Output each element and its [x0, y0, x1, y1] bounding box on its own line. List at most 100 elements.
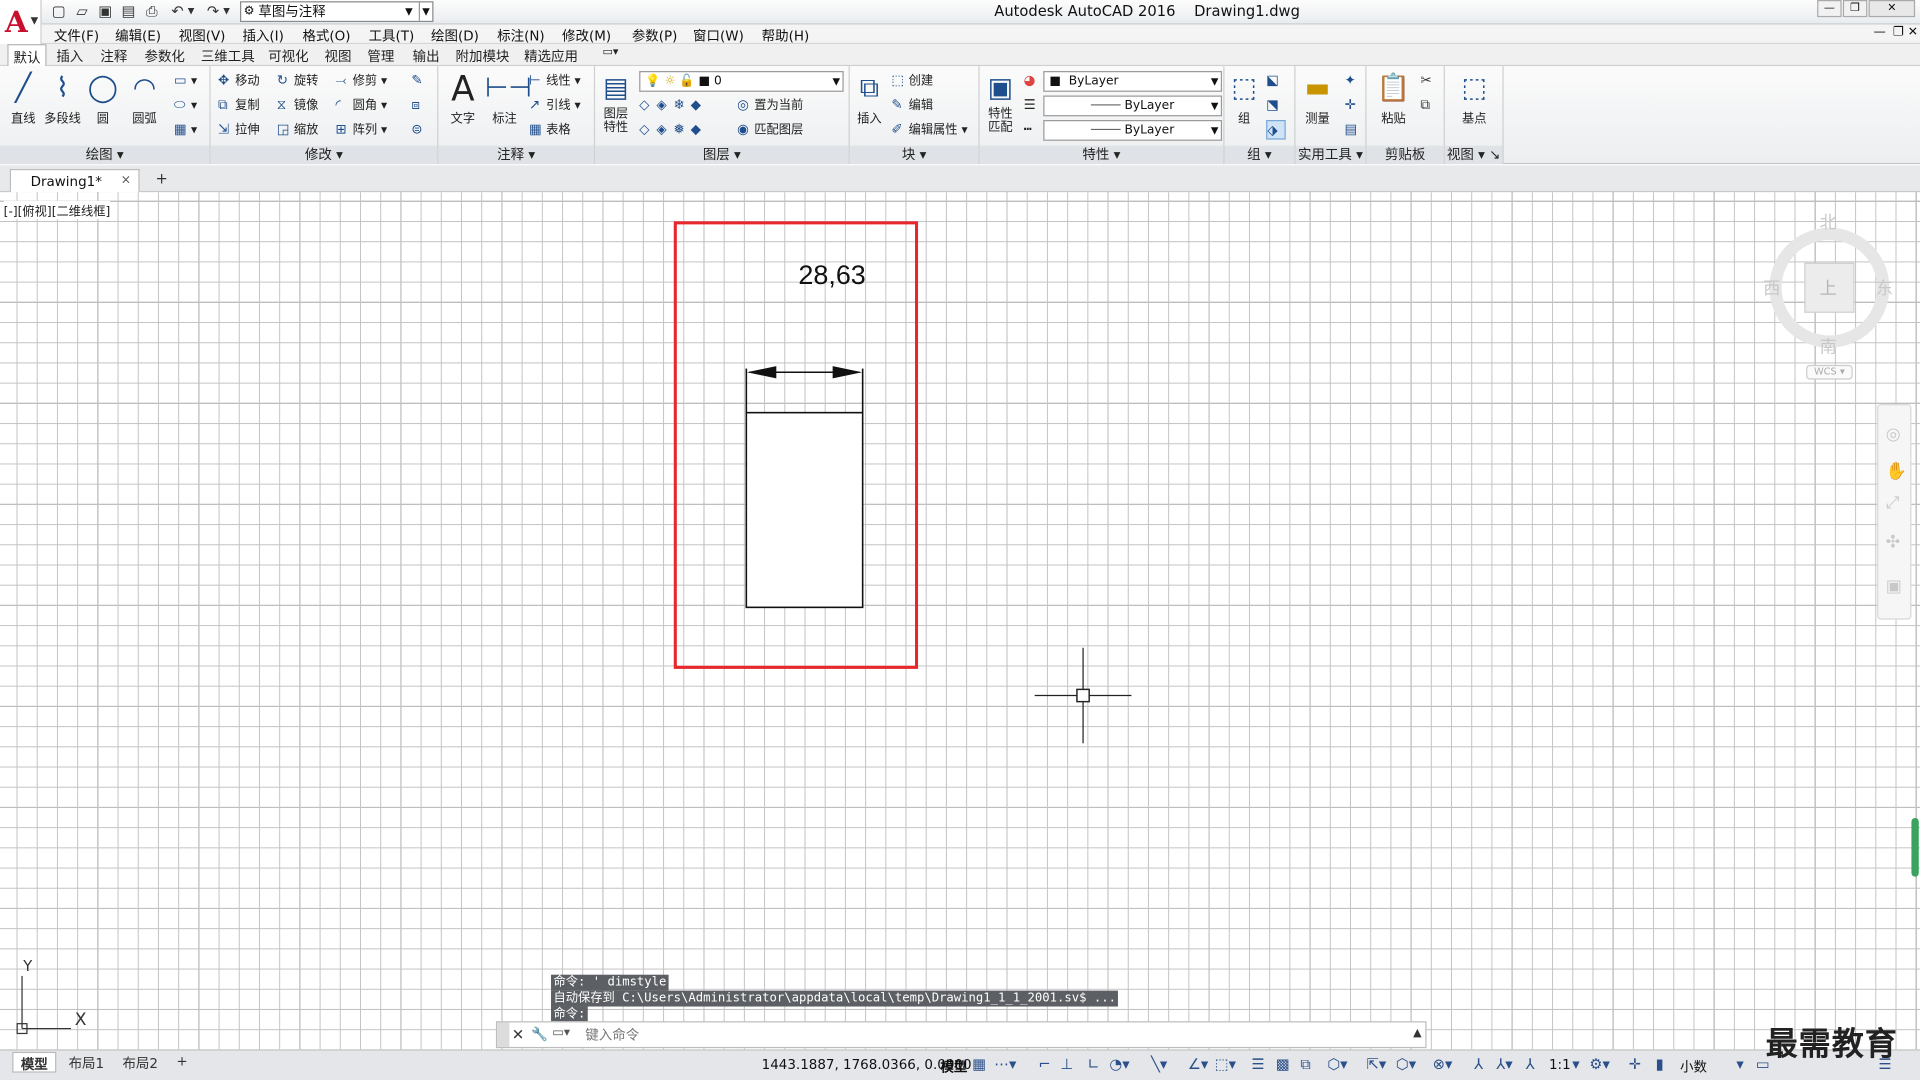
polyline-button[interactable]: ⌇ 多段线 [43, 71, 82, 126]
transparency-icon[interactable]: ▩ [1276, 1056, 1290, 1073]
tab-3d-tools[interactable]: 三维工具 [201, 47, 255, 67]
close-button[interactable]: ✕ [1868, 0, 1916, 18]
showmotion-icon[interactable]: ▣ [1886, 577, 1902, 597]
tab-default[interactable]: 默认 [7, 44, 47, 67]
panel-view-title[interactable]: 视图 ▾ ↘ [1444, 145, 1503, 165]
compass-east[interactable]: 东 [1876, 276, 1893, 300]
selection-cycling-icon[interactable]: ⧉ [1300, 1056, 1311, 1074]
dimension-button[interactable]: ⊢⊣ 标注 [485, 71, 532, 126]
rectangle-button[interactable]: ▭ ▾ [174, 71, 197, 91]
measure-button[interactable]: ▬ 测量 [1298, 71, 1337, 126]
menu-draw[interactable]: 绘图(D) [431, 26, 479, 46]
group-button[interactable]: ⬚ 组 [1227, 71, 1261, 126]
viewcube[interactable]: 北 南 东 西 上 [1763, 204, 1893, 388]
move-button[interactable]: ✥ 移动 [218, 71, 260, 91]
compass-west[interactable]: 西 [1763, 276, 1780, 300]
isodraft-icon[interactable]: ╲▾ [1151, 1056, 1167, 1073]
redo-icon[interactable]: ↷ [203, 2, 223, 20]
workspace-select[interactable]: ⚙ 草图与注释 ▼ ▼ [240, 1, 434, 23]
command-prompt-icon[interactable]: ▭▾ [552, 1026, 570, 1039]
tab-output[interactable]: 输出 [413, 47, 440, 67]
close-icon[interactable]: × [121, 174, 131, 187]
object-snap-tracking-icon[interactable]: ∠▾ [1188, 1056, 1209, 1073]
cut-icon[interactable]: ✂ [1420, 71, 1437, 91]
menu-insert[interactable]: 插入(I) [242, 26, 283, 46]
insert-block-button[interactable]: ⧉ 插入 [850, 71, 889, 126]
layout-tab-2[interactable]: 布局2 [115, 1052, 165, 1073]
annotation-monitor-icon[interactable]: ✛ [1629, 1056, 1641, 1073]
snap-icon[interactable]: ⋯▾ [994, 1056, 1016, 1073]
add-layout-button[interactable]: + [169, 1052, 195, 1073]
table-button[interactable]: ▦ 表格 [529, 120, 571, 140]
panel-draw-title[interactable]: 绘图 ▾ [0, 145, 210, 165]
3d-osnap-icon[interactable]: ⬡▾ [1327, 1056, 1347, 1073]
object-snap-icon[interactable]: ⬚▾ [1215, 1056, 1236, 1073]
set-current-button[interactable]: ◎ 置为当前 [737, 96, 803, 116]
hatch-button[interactable]: ▦ ▾ [174, 120, 197, 140]
steering-wheel-icon[interactable]: ◎ [1886, 425, 1901, 445]
line-button[interactable]: ╱ 直线 [4, 71, 43, 126]
new-file-icon[interactable]: ▢ [49, 2, 69, 20]
array-button[interactable]: ⊞ 阵列 ▾ [336, 120, 388, 140]
doc-minimize-button[interactable]: — [1873, 26, 1885, 39]
menu-format[interactable]: 格式(O) [302, 26, 350, 46]
edit-attributes-button[interactable]: ✐ 编辑属性 ▾ [891, 120, 967, 140]
minimize-button[interactable]: — [1817, 0, 1842, 18]
panel-group-title[interactable]: 组 ▾ [1224, 145, 1295, 165]
grid-icon[interactable]: ▦ [972, 1056, 986, 1073]
dimension-text[interactable]: 28,63 [798, 260, 865, 292]
command-input[interactable] [585, 1024, 1394, 1045]
edit-block-button[interactable]: ✎ 编辑 [891, 96, 933, 116]
tab-parametric[interactable]: 参数化 [144, 47, 184, 67]
annotation-scale-value[interactable]: 1:1 [1549, 1057, 1571, 1073]
menu-dimension[interactable]: 标注(N) [497, 26, 545, 46]
print-icon[interactable]: ⎙ [142, 2, 162, 20]
lineweight-select[interactable]: ──── ByLayer ▼ [1043, 120, 1223, 141]
save-icon[interactable]: ▣ [96, 2, 116, 20]
open-folder-icon[interactable]: ▱ [72, 2, 92, 20]
dynamic-input-icon[interactable]: ⊥ [1060, 1056, 1073, 1073]
wcs-menu[interactable]: WCS ▾ [1806, 364, 1853, 380]
tab-annotate[interactable]: 注释 [100, 47, 127, 67]
compass-north[interactable]: 北 [1820, 209, 1837, 233]
panel-modify-title[interactable]: 修改 ▾ [210, 145, 438, 165]
match-layer-button[interactable]: ◉ 匹配图层 [737, 120, 803, 140]
command-line-grip[interactable] [497, 1022, 510, 1047]
tab-addins[interactable]: 附加模块 [456, 47, 510, 67]
match-properties-button[interactable]: ▣ 特性 匹配 [982, 71, 1019, 134]
annotation-scale-icon[interactable]: ⅄ [1526, 1056, 1535, 1073]
ungroup-icon[interactable]: ⬕ [1266, 71, 1283, 91]
layout-tab-1[interactable]: 布局1 [61, 1052, 111, 1073]
lineweight-toggle-icon[interactable]: ☰ [1251, 1056, 1264, 1073]
linear-dim-button[interactable]: ⊢ 线性 ▾ [529, 71, 581, 91]
undo-icon[interactable]: ↶ [168, 2, 188, 20]
wrench-icon[interactable]: 🔧 [531, 1026, 548, 1042]
tab-manage[interactable]: 管理 [367, 47, 394, 67]
offset-button[interactable]: ⊜ [411, 120, 428, 140]
panel-block-title[interactable]: 块 ▾ [849, 145, 979, 165]
layer-tools-row1[interactable]: ◇ ◈ ❄ ◆ [639, 96, 708, 116]
infer-icon[interactable]: ⌐ [1038, 1056, 1050, 1073]
zoom-icon[interactable]: ⤢ [1886, 493, 1900, 513]
group-edit-icon[interactable]: ⬔ [1266, 96, 1283, 116]
ellipse-button[interactable]: ⬭ ▾ [174, 96, 197, 116]
tab-visualize[interactable]: 可视化 [268, 47, 308, 67]
chevron-up-icon[interactable]: ▲ [1413, 1027, 1421, 1039]
create-block-button[interactable]: ⬚ 创建 [891, 71, 933, 91]
group-select-icon[interactable]: ⬗ [1266, 120, 1286, 140]
ortho-icon[interactable]: ∟ [1087, 1056, 1099, 1073]
panel-layers-title[interactable]: 图层 ▾ [595, 145, 849, 165]
linetype-select[interactable]: ──── ByLayer ▼ [1043, 95, 1223, 117]
undo-dropdown-icon[interactable]: ▼ [186, 2, 196, 20]
panel-utilities-title[interactable]: 实用工具 ▾ [1295, 145, 1366, 165]
units-icon[interactable]: ▮ [1656, 1056, 1664, 1073]
layer-select[interactable]: 💡 ☼ 🔓 ■ 0 ▼ [639, 71, 844, 92]
panel-annotation-title[interactable]: 注释 ▾ [438, 145, 594, 165]
leader-button[interactable]: ↗ 引线 ▾ [529, 96, 581, 116]
gizmo-icon[interactable]: ⊗▾ [1433, 1056, 1453, 1073]
menu-help[interactable]: 帮助(H) [762, 26, 810, 46]
ribbon-options-icon[interactable]: ▭▾ [602, 47, 618, 59]
menu-window[interactable]: 窗口(W) [693, 26, 744, 46]
tab-insert[interactable]: 插入 [56, 47, 83, 67]
calculator-icon[interactable]: ▤ [1344, 120, 1361, 140]
